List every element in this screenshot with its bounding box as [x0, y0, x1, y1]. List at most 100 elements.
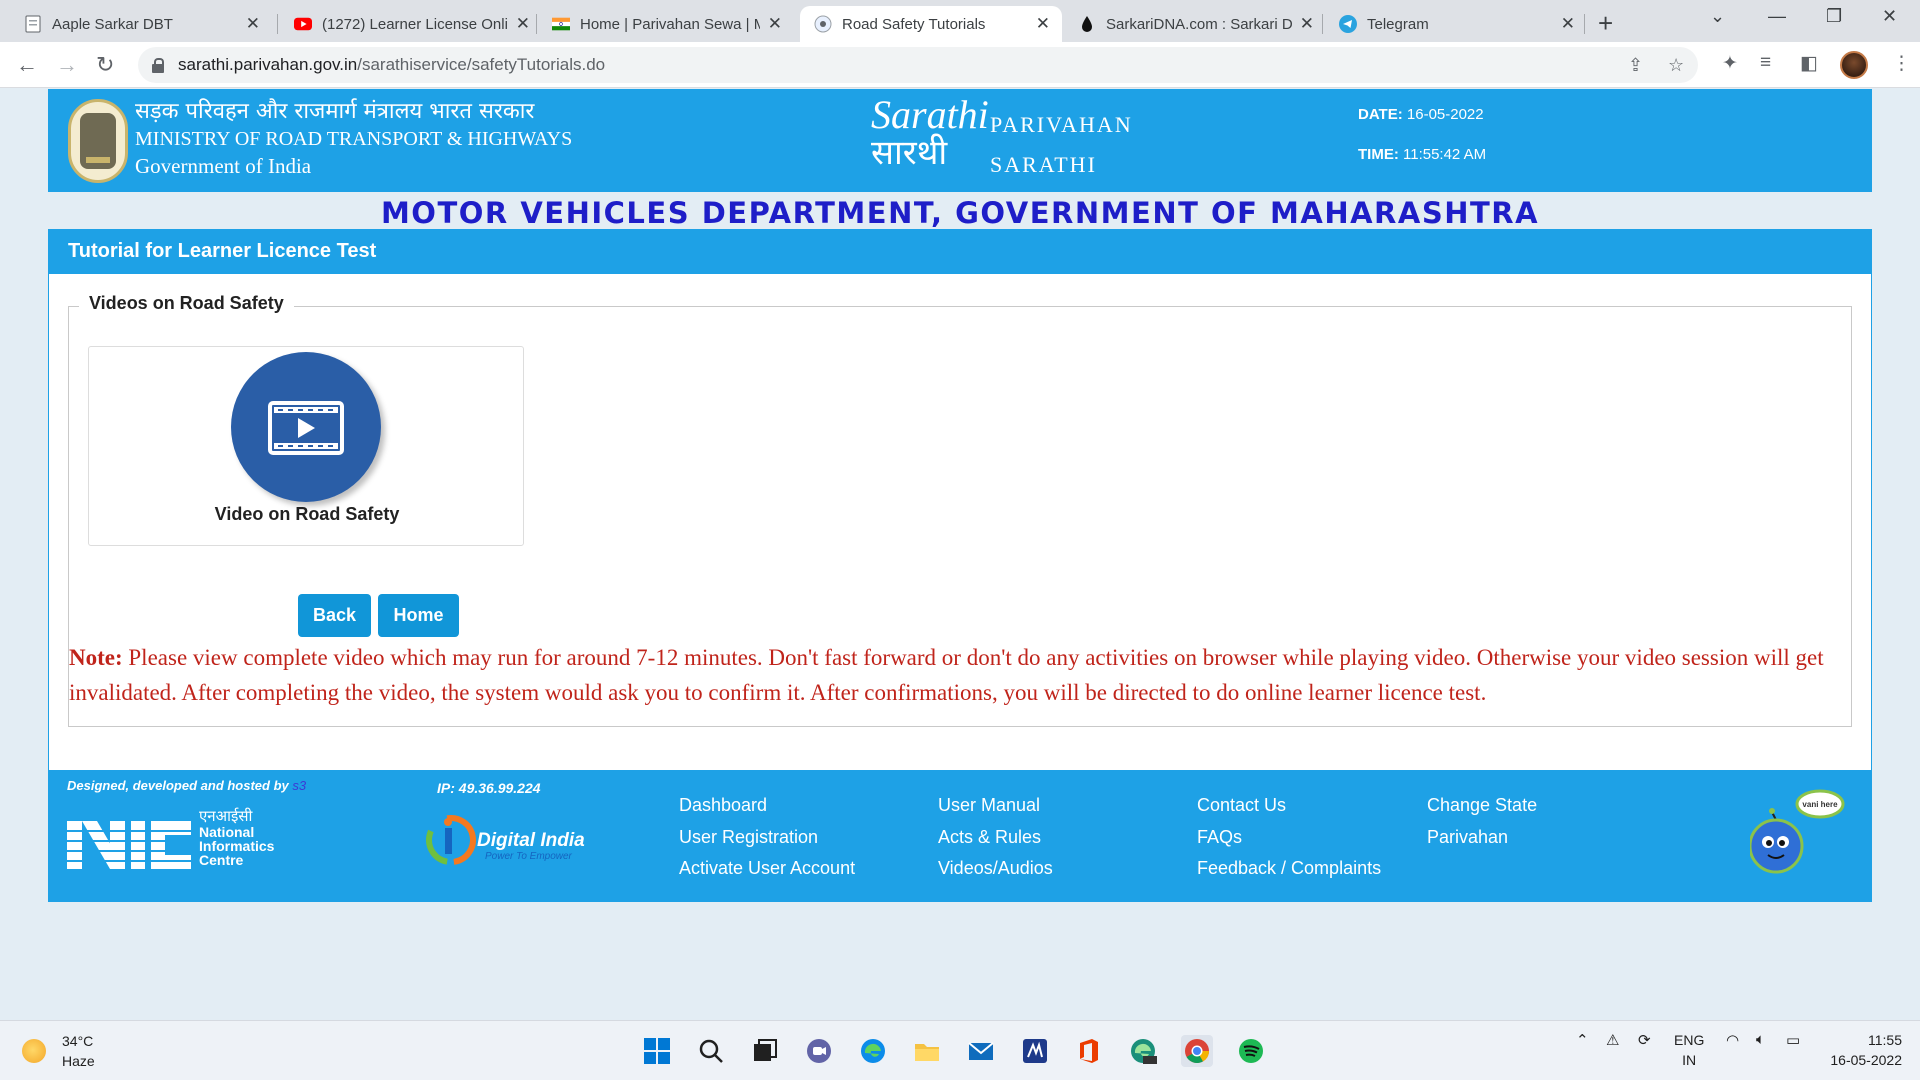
tab-search-icon[interactable]: ⌄: [1710, 6, 1725, 27]
national-emblem-icon: [68, 99, 128, 183]
wifi-icon[interactable]: ◠: [1726, 1031, 1739, 1049]
footer-link-videos-audios[interactable]: Videos/Audios: [938, 853, 1053, 885]
tab-separator: [277, 14, 278, 34]
footer-link-contact-us[interactable]: Contact Us: [1197, 790, 1381, 822]
close-tab-icon[interactable]: ✕: [1036, 14, 1050, 34]
weather-condition: Haze: [62, 1053, 95, 1069]
sarathi-logo-en: Sarathi: [871, 92, 989, 137]
close-window-button[interactable]: ✕: [1882, 6, 1897, 27]
tab-aaple-sarkar[interactable]: Aaple Sarkar DBT ✕: [10, 6, 272, 42]
footer-link-feedback-complaints[interactable]: Feedback / Complaints: [1197, 853, 1381, 885]
digital-india-tagline: Power To Empower: [485, 851, 573, 862]
tab-telegram[interactable]: Telegram ✕: [1325, 6, 1587, 42]
footer-link-parivahan[interactable]: Parivahan: [1427, 822, 1537, 854]
extensions-puzzle-icon[interactable]: ✦: [1722, 52, 1738, 75]
restore-button[interactable]: ❐: [1826, 6, 1842, 27]
tab-parivahan-sewa[interactable]: Home | Parivahan Sewa | M ✕: [538, 6, 794, 42]
network-alert-icon[interactable]: ⚠: [1606, 1031, 1619, 1049]
reading-list-icon[interactable]: ≡: [1760, 52, 1771, 74]
video-label[interactable]: Video on Road Safety: [89, 504, 525, 525]
back-arrow-icon[interactable]: ←: [16, 52, 38, 78]
volume-icon[interactable]: 🔈︎: [1756, 1031, 1765, 1048]
menu-kebab-icon[interactable]: ⋮: [1892, 52, 1911, 75]
nic-logo[interactable]: एनआईसी National Informatics Centre: [67, 807, 307, 869]
sarkaridna-icon: [1078, 15, 1096, 33]
tab-road-safety-tutorials[interactable]: Road Safety Tutorials ✕: [800, 6, 1062, 42]
footer-link-user-manual[interactable]: User Manual: [938, 790, 1053, 822]
date-time-block: DATE: 16-05-2022 TIME: 11:55:42 AM: [1358, 106, 1486, 186]
spotify-icon[interactable]: [1235, 1035, 1267, 1067]
office-icon[interactable]: [1073, 1035, 1105, 1067]
side-panel-icon[interactable]: ◧: [1800, 52, 1818, 75]
tutorial-panel: Tutorial for Learner Licence Test Videos…: [48, 229, 1872, 833]
footer-link-acts-rules[interactable]: Acts & Rules: [938, 822, 1053, 854]
brand-line-sarathi: SARATHI: [990, 152, 1097, 177]
tab-separator: [1322, 14, 1323, 34]
video-card[interactable]: Video on Road Safety: [88, 346, 524, 546]
bookmark-star-icon[interactable]: ☆: [1668, 55, 1684, 76]
footer-link-faqs[interactable]: FAQs: [1197, 822, 1381, 854]
system-clock[interactable]: 11:55 16-05-2022: [1826, 1030, 1902, 1070]
battery-icon[interactable]: ▭: [1786, 1031, 1800, 1049]
task-view-icon[interactable]: [749, 1035, 781, 1067]
tab-title: Telegram: [1367, 15, 1429, 33]
ministry-hindi: सड़क परिवहन और राजमार्ग मंत्रालय भारत सर…: [135, 99, 535, 124]
digital-india-logo[interactable]: Digital India Power To Empower: [425, 808, 605, 868]
weather-widget[interactable]: 34°C Haze: [22, 1031, 95, 1071]
footer-links-col3: Contact Us FAQs Feedback / Complaints: [1197, 790, 1381, 885]
close-tab-icon[interactable]: ✕: [516, 14, 530, 34]
brand-line-parivahan: PARIVAHAN: [990, 112, 1133, 137]
footer-links-col2: User Manual Acts & Rules Videos/Audios: [938, 790, 1053, 885]
tab-youtube[interactable]: (1272) Learner License Onli ✕: [280, 6, 542, 42]
footer-link-change-state[interactable]: Change State: [1427, 790, 1537, 822]
start-windows-icon[interactable]: [641, 1035, 673, 1067]
brand-name: PARIVAHAN SARATHI: [990, 105, 1133, 185]
tab-sarkaridna[interactable]: SarkariDNA.com : Sarkari D ✕: [1064, 6, 1326, 42]
close-tab-icon[interactable]: ✕: [246, 14, 260, 34]
new-tab-button[interactable]: +: [1598, 8, 1613, 39]
footer-links-col4: Change State Parivahan: [1427, 790, 1537, 853]
close-tab-icon[interactable]: ✕: [1561, 14, 1575, 34]
sync-icon[interactable]: ⟳: [1638, 1031, 1651, 1049]
close-tab-icon[interactable]: ✕: [1300, 14, 1314, 34]
minimize-button[interactable]: —: [1768, 6, 1786, 27]
teams-chat-icon[interactable]: [803, 1035, 835, 1067]
footer-link-user-registration[interactable]: User Registration: [679, 822, 855, 854]
sun-icon: [22, 1039, 46, 1063]
edge-icon[interactable]: [857, 1035, 889, 1067]
edge-beta-icon[interactable]: [1127, 1035, 1159, 1067]
date-label: DATE:: [1358, 106, 1403, 123]
forward-arrow-icon[interactable]: →: [56, 52, 78, 78]
chevron-up-icon[interactable]: ⌃: [1576, 1031, 1589, 1049]
mail-icon[interactable]: [965, 1035, 997, 1067]
designed-by-link[interactable]: s3: [292, 778, 306, 793]
footer-links-col1: Dashboard User Registration Activate Use…: [679, 790, 855, 885]
tab-title: (1272) Learner License Onli: [322, 15, 508, 33]
vani-chatbot-mascot[interactable]: vani here: [1748, 782, 1850, 882]
tab-title: Road Safety Tutorials: [842, 15, 986, 33]
language-indicator[interactable]: ENG IN: [1674, 1030, 1704, 1070]
vscode-like-icon[interactable]: [1019, 1035, 1051, 1067]
reload-icon[interactable]: ↻: [96, 52, 114, 78]
close-tab-icon[interactable]: ✕: [768, 14, 782, 34]
address-bar[interactable]: sarathi.parivahan.gov.in/sarathiservice/…: [138, 47, 1698, 83]
search-icon[interactable]: [695, 1035, 727, 1067]
home-button[interactable]: Home: [378, 594, 459, 637]
temperature: 34°C: [62, 1033, 94, 1049]
telegram-icon: [1339, 15, 1357, 33]
share-icon[interactable]: ⇪: [1628, 55, 1643, 76]
nic-hindi: एनआईसी: [199, 807, 253, 825]
profile-avatar[interactable]: [1840, 51, 1868, 79]
nic-line3: Centre: [199, 852, 244, 868]
lock-icon[interactable]: [152, 58, 164, 73]
ip-address: IP: 49.36.99.224: [437, 780, 541, 796]
browser-tab-strip: Aaple Sarkar DBT ✕ (1272) Learner Licens…: [0, 0, 1920, 42]
footer-link-dashboard[interactable]: Dashboard: [679, 790, 855, 822]
chrome-icon[interactable]: [1181, 1035, 1213, 1067]
footer-link-activate-user-account[interactable]: Activate User Account: [679, 853, 855, 885]
time-value: 11:55:42 AM: [1403, 146, 1487, 163]
video-thumbnail[interactable]: [231, 352, 381, 502]
file-explorer-icon[interactable]: [911, 1035, 943, 1067]
back-button[interactable]: Back: [298, 594, 371, 637]
videos-fieldset: Videos on Road Safety Video on Road Safe…: [68, 293, 1852, 727]
